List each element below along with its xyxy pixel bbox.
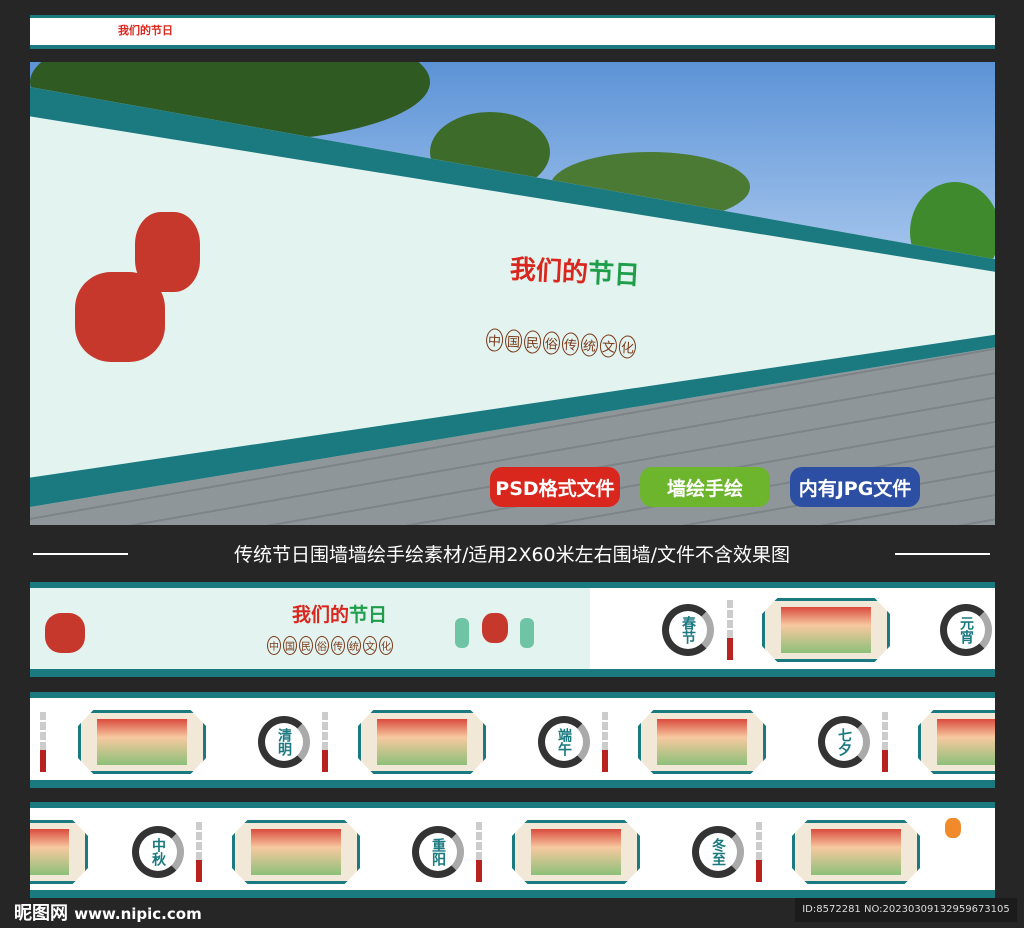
festival-picture — [232, 820, 360, 884]
festival-spring: 春节 — [662, 604, 714, 656]
strip-subtitle: 中国民俗传统文化 — [266, 636, 394, 655]
festival-picture — [918, 710, 995, 774]
festival-picture — [358, 710, 486, 774]
divider — [895, 553, 990, 555]
jpg-badge: 内有JPG文件 — [790, 467, 920, 507]
psd-badge: PSD格式文件 — [490, 467, 620, 507]
strip-title: 我们的节日 — [292, 604, 388, 626]
sky-lantern-icon — [945, 818, 961, 838]
festival-midautumn: 中秋 — [132, 826, 184, 878]
festival-picture — [78, 710, 206, 774]
handpainted-badge: 墙绘手绘 — [640, 467, 770, 507]
thumbnail-strip: 我们的节日 — [30, 15, 995, 49]
mockup-photo: 我们的节日 中国民俗传统文化 — [30, 62, 995, 525]
festival-picture — [762, 598, 890, 662]
festival-picture — [512, 820, 640, 884]
festival-picture — [638, 710, 766, 774]
watermark-logo: 昵图网 www.nipic.com — [14, 903, 202, 924]
festival-picture — [792, 820, 920, 884]
mural-strip-1: 我们的节日 中国民俗传统文化 春节 元宵 — [30, 582, 995, 677]
watermark-url: www.nipic.com — [74, 905, 202, 923]
caption: 传统节日围墙墙绘手绘素材/适用2X60米左右围墙/文件不含效果图 — [233, 544, 791, 566]
lantern-icon — [135, 212, 200, 292]
festival-qingming: 清明 — [258, 716, 310, 768]
festival-qixi: 七夕 — [818, 716, 870, 768]
festival-chongyang: 重阳 — [412, 826, 464, 878]
festival-dongzhi: 冬至 — [692, 826, 744, 878]
lantern-icon — [45, 613, 85, 653]
image-id: ID:8572281 NO:20230309132959673105 — [795, 898, 1017, 922]
festival-picture — [30, 820, 88, 884]
mural-strip-3: 中秋 重阳 冬至 — [30, 802, 995, 898]
mural-title: 我们的节日 — [509, 254, 641, 292]
thumbnail-title: 我们的节日 — [118, 24, 173, 37]
festival-lantern: 元宵 — [940, 604, 992, 656]
mural-strip-2: 清明 端午 七夕 — [30, 692, 995, 788]
festival-duanwu: 端午 — [538, 716, 590, 768]
